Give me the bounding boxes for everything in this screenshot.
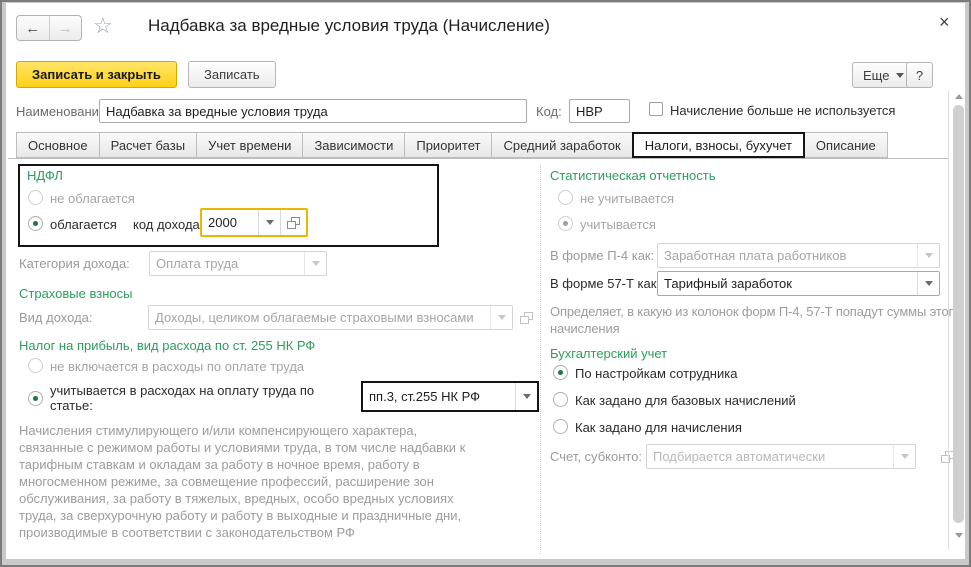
dropdown-arrow-icon bbox=[515, 383, 537, 410]
back-arrow-icon: ← bbox=[25, 20, 40, 37]
income-type-label: Вид дохода: bbox=[19, 310, 93, 325]
code-input[interactable] bbox=[569, 99, 630, 123]
acc-base-radio[interactable] bbox=[553, 392, 568, 407]
acc-employee-radio[interactable] bbox=[553, 365, 568, 380]
account-placeholder: Подбирается автоматически bbox=[647, 445, 893, 468]
expense-article-value: пп.3, ст.255 НК РФ bbox=[363, 383, 515, 410]
tab-time-tracking[interactable]: Учет времени bbox=[196, 132, 303, 158]
scroll-up-icon[interactable] bbox=[955, 94, 963, 99]
tab-priority[interactable]: Приоритет bbox=[404, 132, 492, 158]
t57-form-value: Тарифный заработок bbox=[658, 272, 917, 295]
save-and-close-button[interactable]: Записать и закрыть bbox=[16, 61, 177, 88]
income-type-value: Доходы, целиком облагаемые страховыми вз… bbox=[149, 306, 490, 329]
unused-checkbox-label: Начисление больше не используется bbox=[670, 103, 895, 118]
p4-form-label: В форме П-4 как: bbox=[550, 248, 654, 263]
stats-counted-label: учитывается bbox=[580, 217, 656, 232]
dropdown-arrow-icon bbox=[304, 252, 326, 275]
acc-employee-label: По настройкам сотрудника bbox=[575, 366, 737, 381]
ndfl-taxed-radio[interactable] bbox=[28, 216, 43, 231]
dropdown-arrow-icon bbox=[258, 210, 280, 235]
forms-info-text: Определяет, в какую из колонок форм П-4,… bbox=[550, 303, 962, 337]
name-label: Наименование: bbox=[16, 104, 110, 119]
acc-accrual-label: Как задано для начисления bbox=[575, 420, 742, 435]
tab-bar: Основное Расчет базы Учет времени Зависи… bbox=[8, 132, 949, 159]
income-type-select: Доходы, целиком облагаемые страховыми вз… bbox=[148, 305, 513, 330]
expense-article-select[interactable]: пп.3, ст.255 НК РФ bbox=[361, 381, 539, 412]
acc-accrual-radio[interactable] bbox=[553, 419, 568, 434]
favorite-star-icon[interactable]: ☆ bbox=[93, 13, 113, 39]
tab-description[interactable]: Описание bbox=[804, 132, 888, 158]
open-form-icon bbox=[520, 312, 533, 324]
ndfl-header: НДФЛ bbox=[27, 168, 63, 183]
p4-form-value: Заработная плата работников bbox=[658, 244, 917, 267]
scroll-down-icon[interactable] bbox=[955, 533, 963, 538]
forward-arrow-icon: → bbox=[58, 20, 73, 37]
close-button[interactable]: × bbox=[939, 12, 950, 33]
included-radio[interactable] bbox=[28, 391, 43, 406]
scroll-area-border bbox=[948, 90, 949, 550]
stats-not-counted-radio bbox=[558, 190, 573, 205]
income-code-value: 2000 bbox=[202, 210, 258, 235]
save-button[interactable]: Записать bbox=[188, 61, 276, 88]
column-divider bbox=[540, 165, 541, 554]
dropdown-arrow-icon bbox=[917, 244, 939, 267]
income-code-label: код дохода: bbox=[133, 217, 203, 232]
stats-counted-radio bbox=[558, 216, 573, 231]
tab-dependencies[interactable]: Зависимости bbox=[302, 132, 405, 158]
scrollbar-thumb[interactable] bbox=[953, 105, 964, 523]
included-label: учитывается в расходах на оплату труда п… bbox=[50, 383, 356, 413]
dropdown-arrow-icon bbox=[490, 306, 512, 329]
acc-base-label: Как задано для базовых начислений bbox=[575, 393, 796, 408]
close-icon: × bbox=[939, 12, 950, 32]
unused-checkbox[interactable] bbox=[649, 102, 663, 116]
profit-tax-header: Налог на прибыль, вид расхода по ст. 255… bbox=[19, 338, 315, 353]
accounting-header: Бухгалтерский учет bbox=[550, 346, 667, 361]
p4-form-select: Заработная плата работников bbox=[657, 243, 940, 268]
tab-taxes-contributions-accounting[interactable]: Налоги, взносы, бухучет bbox=[632, 132, 805, 158]
name-input[interactable] bbox=[99, 99, 527, 123]
insurance-contributions-header: Страховые взносы bbox=[19, 286, 132, 301]
stats-not-counted-label: не учитывается bbox=[580, 191, 674, 206]
dropdown-arrow-icon bbox=[893, 445, 915, 468]
open-form-icon bbox=[287, 217, 300, 229]
article-description-text: Начисления стимулирующего и/или компенси… bbox=[19, 422, 485, 541]
dropdown-arrow-icon bbox=[917, 272, 939, 295]
forward-button[interactable]: → bbox=[49, 16, 82, 40]
t57-form-label: В форме 57-Т как: bbox=[550, 276, 660, 291]
code-label: Код: bbox=[536, 104, 562, 119]
window: ← → ☆ Надбавка за вредные условия труда … bbox=[0, 0, 971, 567]
chevron-down-icon bbox=[896, 73, 904, 78]
ndfl-taxed-label: облагается bbox=[50, 217, 117, 232]
tab-main[interactable]: Основное bbox=[16, 132, 100, 158]
help-button[interactable]: ? bbox=[906, 62, 933, 88]
page-title: Надбавка за вредные условия труда (Начис… bbox=[148, 16, 550, 36]
history-nav-group: ← → bbox=[16, 15, 82, 41]
account-label: Счет, субконто: bbox=[550, 449, 642, 464]
tab-calc-base[interactable]: Расчет базы bbox=[99, 132, 198, 158]
ndfl-not-taxed-label: не облагается bbox=[50, 191, 135, 206]
back-button[interactable]: ← bbox=[17, 16, 49, 40]
income-category-label: Категория дохода: bbox=[19, 256, 130, 271]
income-category-select: Оплата труда bbox=[149, 251, 327, 276]
account-select: Подбирается автоматически bbox=[646, 444, 916, 469]
t57-form-select[interactable]: Тарифный заработок bbox=[657, 271, 940, 296]
not-included-radio bbox=[28, 358, 43, 373]
tab-average-earnings[interactable]: Средний заработок bbox=[491, 132, 632, 158]
more-button-label: Еще bbox=[863, 68, 889, 83]
not-included-label: не включается в расходы по оплате труда bbox=[50, 359, 304, 374]
income-code-combo[interactable]: 2000 bbox=[200, 208, 308, 237]
income-category-value: Оплата труда bbox=[150, 252, 304, 275]
ndfl-not-taxed-radio bbox=[28, 190, 43, 205]
statistics-header: Статистическая отчетность bbox=[550, 168, 716, 183]
